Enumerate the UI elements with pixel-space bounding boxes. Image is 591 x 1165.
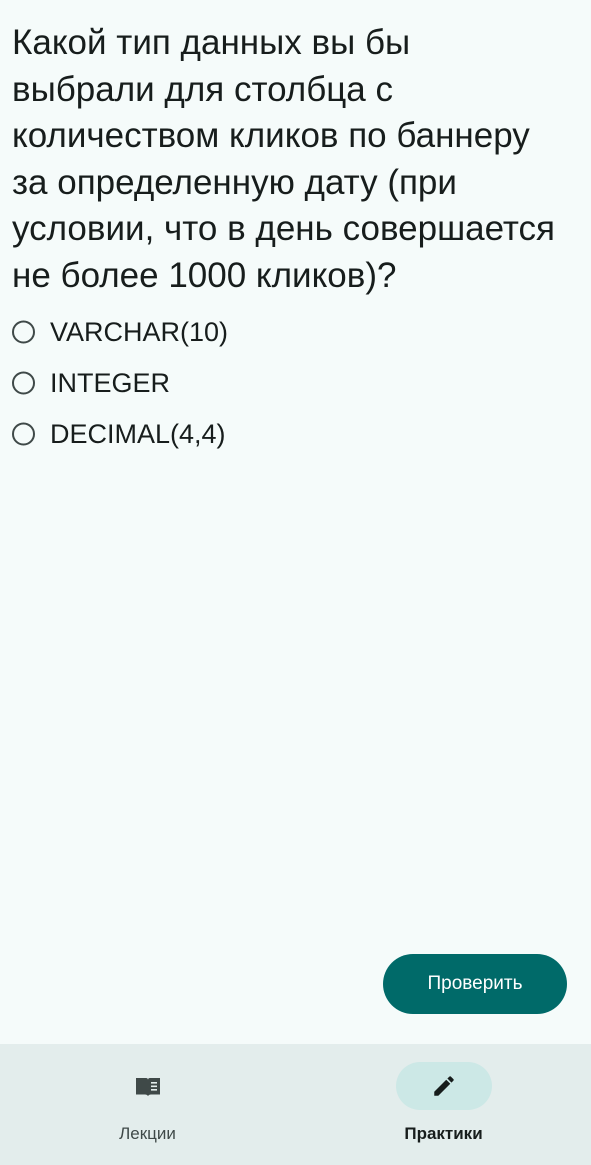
nav-item-lectures[interactable]: Лекции	[0, 1044, 295, 1165]
question-line: не более 1000 кликов)?	[12, 255, 397, 295]
question-line: выбрали для столбца с	[12, 69, 393, 109]
nav-item-practice[interactable]: Практики	[296, 1044, 591, 1165]
option-label: VARCHAR(10)	[50, 316, 229, 347]
answer-option-integer[interactable]: INTEGER	[0, 357, 591, 408]
answer-options: VARCHAR(10) INTEGER DECIMAL(4,4)	[0, 306, 591, 459]
book-icon	[135, 1075, 161, 1097]
nav-pill[interactable]	[100, 1062, 196, 1110]
question-line: за определенную дату (при	[12, 162, 457, 202]
nav-label: Лекции	[119, 1124, 176, 1143]
check-button[interactable]: Проверить	[383, 954, 567, 1014]
bottom-navigation: Лекции Практики	[0, 1044, 591, 1165]
option-label: DECIMAL(4,4)	[50, 418, 226, 449]
radio-button[interactable]	[12, 422, 35, 445]
question-line: Какой тип данных вы бы	[12, 23, 411, 62]
answer-option-varchar[interactable]: VARCHAR(10)	[0, 306, 591, 357]
pencil-icon	[431, 1073, 457, 1099]
radio-button[interactable]	[12, 371, 35, 394]
option-label: INTEGER	[50, 367, 171, 398]
question-line: условии, что в день совершается	[12, 209, 556, 248]
answer-option-decimal[interactable]: DECIMAL(4,4)	[0, 408, 591, 459]
question-line: количеством кликов по баннеру	[12, 116, 530, 155]
radio-button[interactable]	[12, 320, 35, 343]
question-text: Какой тип данных вы бы выбрали для столб…	[12, 20, 591, 299]
nav-label: Практики	[404, 1124, 483, 1143]
nav-pill-active[interactable]	[395, 1062, 492, 1110]
